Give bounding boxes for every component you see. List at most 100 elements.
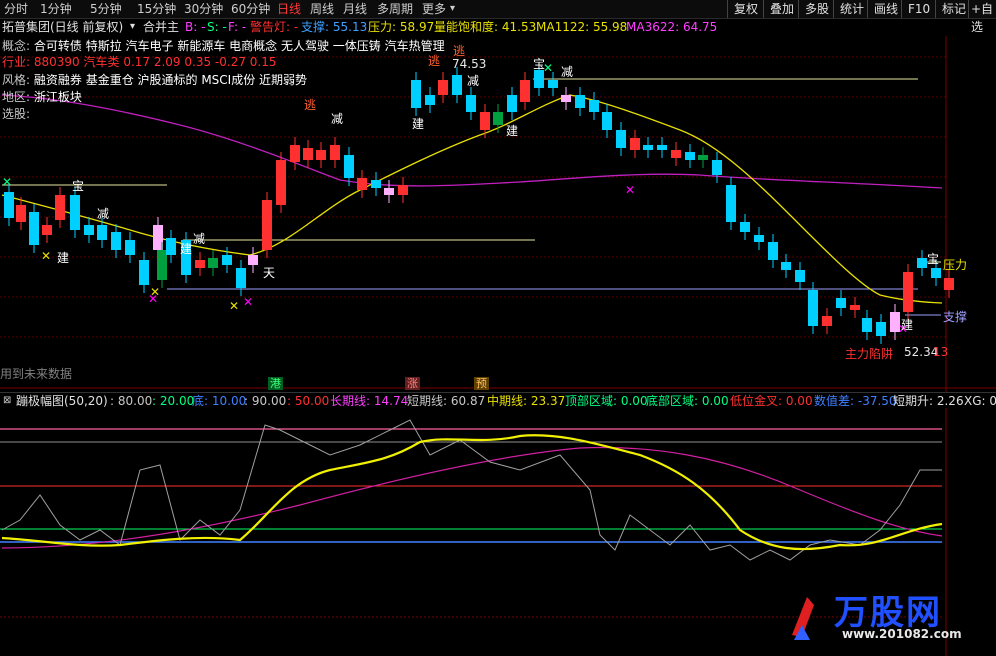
candle xyxy=(157,250,167,280)
candle xyxy=(480,112,490,130)
candle xyxy=(754,235,764,242)
candle xyxy=(222,255,232,265)
candle xyxy=(466,95,476,112)
price-fragment: 13 xyxy=(933,345,949,359)
indicator-name[interactable]: 合并主 xyxy=(143,18,179,36)
industry-row: 行业: 880390 汽车类 0.17 2.09 0.35 -0.27 0.15 xyxy=(2,55,277,69)
candle xyxy=(195,260,205,268)
candle xyxy=(208,258,218,268)
flag-gang: 港 xyxy=(268,377,283,390)
pressure-text: 压力 xyxy=(943,258,968,272)
bao-label-3: 宝 xyxy=(927,252,940,266)
candle xyxy=(575,95,585,108)
candle xyxy=(276,160,286,205)
candle xyxy=(822,316,832,326)
candle xyxy=(726,185,736,222)
support-text: 支撑 xyxy=(943,310,968,324)
indicator-title[interactable]: 蹦极幅图(50,20) xyxy=(16,393,108,409)
f-value: F: - xyxy=(228,20,247,34)
candle xyxy=(97,225,107,240)
candle xyxy=(768,242,778,260)
candle xyxy=(384,188,394,195)
bao-marker: ✕ xyxy=(2,175,12,189)
candle xyxy=(425,95,435,105)
candle xyxy=(330,145,340,160)
candle xyxy=(616,130,626,148)
candle xyxy=(795,270,805,282)
candlestick-series xyxy=(4,62,954,344)
style-row: 风格: 融资融券 基金重仓 沪股通标的 MSCI成份 近期弱势 xyxy=(2,73,308,87)
cross-marker-2: ✕ xyxy=(150,285,160,299)
tian-label: 天 xyxy=(263,266,276,280)
candle xyxy=(507,95,517,112)
candle xyxy=(398,185,408,195)
watermark-url: www.201082.com xyxy=(842,627,962,641)
stock-header: 拓普集团(日线 前复权) ▾ 合并主 B: - S: - F: - 警告灯: -… xyxy=(0,18,996,36)
alarm-value: 警告灯: - xyxy=(250,20,299,34)
candle xyxy=(55,195,65,220)
candle xyxy=(548,80,558,88)
jian-label-1: 建 xyxy=(412,117,425,131)
industry-text: 880390 汽车类 0.17 2.09 0.35 -0.27 0.15 xyxy=(33,55,277,69)
candle xyxy=(740,222,750,232)
candle xyxy=(452,75,462,95)
candle xyxy=(16,205,26,222)
candle xyxy=(438,80,448,95)
candle xyxy=(836,298,846,308)
cross-marker-3: ✕ xyxy=(229,299,239,313)
main-trap-text: 主力陷阱 xyxy=(845,347,894,361)
vol-sat-value: 量能饱和度: 41.53 xyxy=(434,20,537,34)
candle xyxy=(303,148,313,160)
future-data-note: 用到未来数据 xyxy=(0,367,73,381)
candle xyxy=(781,262,791,270)
high-price-label: 74.53 xyxy=(452,57,487,71)
candle xyxy=(808,290,818,326)
jian2-label-4: 减 xyxy=(97,207,110,221)
candle xyxy=(589,100,599,112)
candle xyxy=(561,95,571,102)
s-value: S: - xyxy=(207,20,227,34)
cross-marker-5: ✕ xyxy=(41,249,51,263)
flag-yu: 预 xyxy=(474,377,489,390)
candle xyxy=(630,138,640,150)
candle xyxy=(248,255,258,265)
bao-label-1: 宝 xyxy=(72,179,85,193)
jian-label-2: 建 xyxy=(506,124,519,138)
dropdown-icon[interactable]: ▾ xyxy=(130,18,135,36)
tao-label-3: 逃 xyxy=(428,54,441,68)
candle xyxy=(712,160,722,175)
candle xyxy=(643,145,653,150)
bao-label-2: 宝 xyxy=(533,57,546,71)
candle xyxy=(903,272,913,312)
candle xyxy=(698,155,708,160)
candle xyxy=(411,80,421,108)
support-value: 支撑: 55.13 xyxy=(301,20,368,34)
jian2-label-5: 减 xyxy=(193,232,206,246)
candle xyxy=(520,80,530,102)
pressure-value: 压力: 58.97 xyxy=(368,20,435,34)
b-value: B: - xyxy=(185,20,206,34)
candle xyxy=(139,260,149,285)
candle xyxy=(166,238,176,255)
candle xyxy=(236,268,246,288)
candle xyxy=(344,155,354,178)
candle xyxy=(931,268,941,278)
tao-label-2: 逃 xyxy=(453,44,466,58)
candle xyxy=(125,240,135,255)
candle xyxy=(70,195,80,230)
candle xyxy=(357,178,367,190)
candle xyxy=(262,200,272,250)
collapse-icon[interactable]: ⊠ xyxy=(3,393,11,409)
candle xyxy=(290,145,300,162)
jian2-label-2: 减 xyxy=(467,74,480,88)
main-chart[interactable]: ✕ ✕ ✕ ✕ ✕ ✕ ✕ ✕ ✕ xyxy=(0,0,996,656)
jian-label-4: 建 xyxy=(180,242,193,256)
stock-name[interactable]: 拓普集团(日线 前复权) xyxy=(2,18,123,36)
candle xyxy=(876,322,886,336)
candle xyxy=(944,278,954,290)
ma1122-value: MA1122: 55.98 xyxy=(536,20,628,34)
concept-row: 概念: 合可转债 特斯拉 汽车电子 新能源车 电商概念 无人驾驶 一体压铸 汽车… xyxy=(2,39,445,53)
region-text: 浙江板块 xyxy=(33,90,82,104)
concept-text: 合可转债 特斯拉 汽车电子 新能源车 电商概念 无人驾驶 一体压铸 汽车热管理 xyxy=(33,39,445,53)
candle xyxy=(84,225,94,235)
